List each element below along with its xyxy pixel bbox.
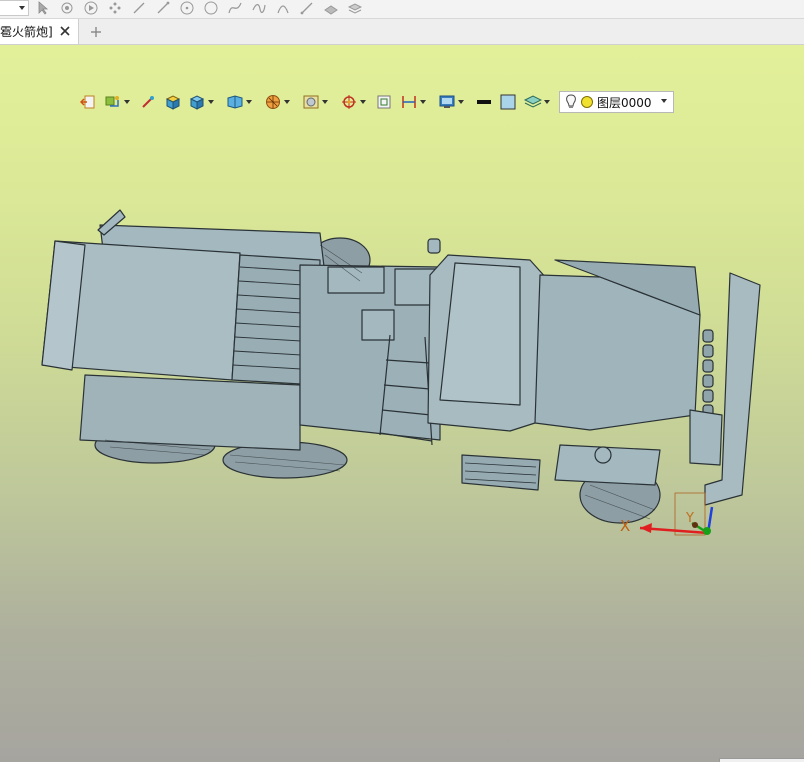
- pen-icon[interactable]: [300, 1, 314, 15]
- plus-icon: [91, 27, 101, 37]
- close-tab-icon[interactable]: [58, 24, 72, 38]
- document-tab-bar: 雹火箭炮]: [0, 19, 804, 45]
- surface-icon[interactable]: [324, 1, 338, 15]
- document-tab[interactable]: 雹火箭炮]: [0, 19, 79, 44]
- circle-icon[interactable]: [204, 1, 218, 15]
- y-axis-label: Y: [686, 511, 694, 526]
- filter-icon[interactable]: [60, 1, 74, 15]
- 3d-viewport[interactable]: 图层0000 X Y: [0, 45, 804, 762]
- line2-icon[interactable]: [156, 1, 170, 15]
- line-icon[interactable]: [132, 1, 146, 15]
- new-tab-button[interactable]: [88, 24, 104, 40]
- spline-icon[interactable]: [252, 1, 266, 15]
- play-icon[interactable]: [84, 1, 98, 15]
- filter-dropdown[interactable]: [0, 0, 29, 16]
- curve-icon[interactable]: [228, 1, 242, 15]
- snap-toolbar: [0, 0, 804, 19]
- rocket-launcher-model: [41, 209, 761, 536]
- model-geometry: [41, 209, 761, 524]
- x-axis-label: X: [620, 517, 631, 535]
- viewport-corner-panel: [719, 758, 804, 762]
- circle-center-icon[interactable]: [180, 1, 194, 15]
- point-icon[interactable]: [108, 1, 122, 15]
- document-tab-title: 雹火箭炮]: [0, 25, 53, 39]
- select-arrow-icon[interactable]: [36, 1, 50, 15]
- stack-icon[interactable]: [348, 1, 362, 15]
- arc-icon[interactable]: [276, 1, 290, 15]
